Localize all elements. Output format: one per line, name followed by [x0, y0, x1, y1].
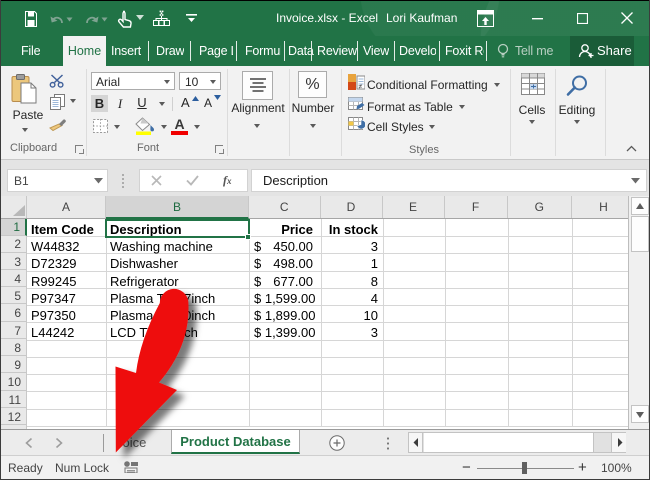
- svg-text:≠: ≠: [359, 84, 363, 91]
